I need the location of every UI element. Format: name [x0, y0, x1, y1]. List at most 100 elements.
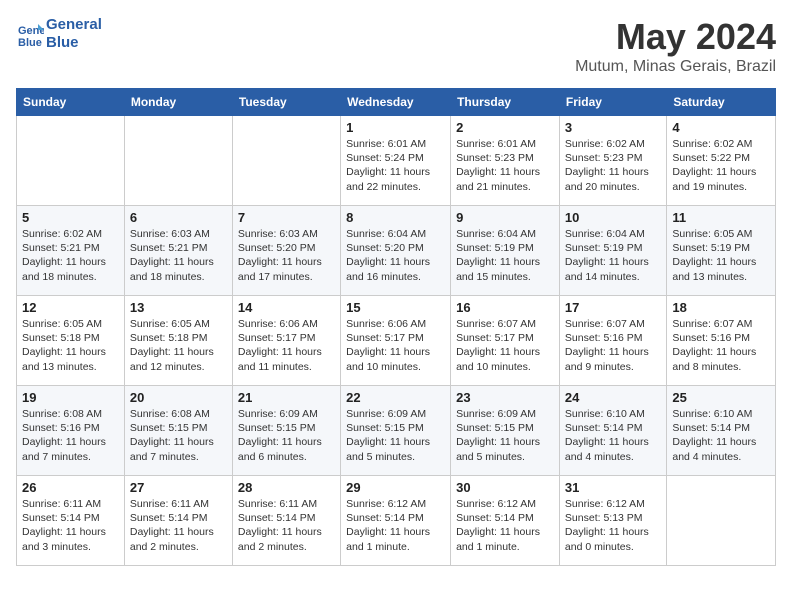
calendar-week-row: 19 Sunrise: 6:08 AM Sunset: 5:16 PM Dayli…	[17, 386, 776, 476]
day-info: Sunrise: 6:05 AM Sunset: 5:19 PM Dayligh…	[672, 227, 770, 284]
day-number: 28	[238, 480, 335, 495]
day-info: Sunrise: 6:04 AM Sunset: 5:19 PM Dayligh…	[565, 227, 661, 284]
logo-icon: General Blue	[16, 20, 44, 48]
day-number: 18	[672, 300, 770, 315]
day-info: Sunrise: 6:06 AM Sunset: 5:17 PM Dayligh…	[238, 317, 335, 374]
calendar-day-cell: 16 Sunrise: 6:07 AM Sunset: 5:17 PM Dayli…	[451, 296, 560, 386]
day-number: 13	[130, 300, 227, 315]
weekday-header-cell: Tuesday	[232, 89, 340, 116]
calendar-day-cell: 23 Sunrise: 6:09 AM Sunset: 5:15 PM Dayli…	[451, 386, 560, 476]
day-info: Sunrise: 6:07 AM Sunset: 5:16 PM Dayligh…	[565, 317, 661, 374]
weekday-header-cell: Monday	[124, 89, 232, 116]
day-number: 22	[346, 390, 445, 405]
day-number: 5	[22, 210, 119, 225]
day-info: Sunrise: 6:10 AM Sunset: 5:14 PM Dayligh…	[565, 407, 661, 464]
day-number: 2	[456, 120, 554, 135]
title-area: May 2024 Mutum, Minas Gerais, Brazil	[575, 16, 776, 76]
day-info: Sunrise: 6:07 AM Sunset: 5:17 PM Dayligh…	[456, 317, 554, 374]
day-number: 31	[565, 480, 661, 495]
header: General Blue General Blue May 2024 Mutum…	[16, 16, 776, 76]
day-number: 26	[22, 480, 119, 495]
calendar-day-cell: 10 Sunrise: 6:04 AM Sunset: 5:19 PM Dayli…	[559, 206, 666, 296]
calendar-day-cell: 2 Sunrise: 6:01 AM Sunset: 5:23 PM Daylig…	[451, 116, 560, 206]
calendar-day-cell	[667, 476, 776, 566]
day-number: 6	[130, 210, 227, 225]
calendar-day-cell	[124, 116, 232, 206]
calendar-day-cell: 28 Sunrise: 6:11 AM Sunset: 5:14 PM Dayli…	[232, 476, 340, 566]
calendar-day-cell: 7Sunrise: 6:03 AM Sunset: 5:20 PM Daylig…	[232, 206, 340, 296]
day-info: Sunrise: 6:10 AM Sunset: 5:14 PM Dayligh…	[672, 407, 770, 464]
weekday-header-cell: Wednesday	[341, 89, 451, 116]
day-info: Sunrise: 6:12 AM Sunset: 5:14 PM Dayligh…	[346, 497, 445, 554]
day-number: 11	[672, 210, 770, 225]
calendar-day-cell: 27Sunrise: 6:11 AM Sunset: 5:14 PM Dayli…	[124, 476, 232, 566]
calendar-day-cell: 25 Sunrise: 6:10 AM Sunset: 5:14 PM Dayli…	[667, 386, 776, 476]
calendar-body: 1 Sunrise: 6:01 AM Sunset: 5:24 PM Daylig…	[17, 116, 776, 566]
svg-text:Blue: Blue	[18, 37, 42, 48]
calendar-week-row: 12Sunrise: 6:05 AM Sunset: 5:18 PM Dayli…	[17, 296, 776, 386]
day-info: Sunrise: 6:06 AM Sunset: 5:17 PM Dayligh…	[346, 317, 445, 374]
day-number: 15	[346, 300, 445, 315]
day-number: 25	[672, 390, 770, 405]
day-info: Sunrise: 6:08 AM Sunset: 5:16 PM Dayligh…	[22, 407, 119, 464]
day-info: Sunrise: 6:02 AM Sunset: 5:21 PM Dayligh…	[22, 227, 119, 284]
logo-blue: Blue	[46, 34, 102, 52]
day-number: 27	[130, 480, 227, 495]
day-number: 9	[456, 210, 554, 225]
day-number: 16	[456, 300, 554, 315]
calendar-day-cell: 29 Sunrise: 6:12 AM Sunset: 5:14 PM Dayli…	[341, 476, 451, 566]
day-number: 24	[565, 390, 661, 405]
day-info: Sunrise: 6:02 AM Sunset: 5:22 PM Dayligh…	[672, 137, 770, 194]
day-number: 20	[130, 390, 227, 405]
day-number: 10	[565, 210, 661, 225]
day-number: 1	[346, 120, 445, 135]
day-info: Sunrise: 6:01 AM Sunset: 5:24 PM Dayligh…	[346, 137, 445, 194]
day-info: Sunrise: 6:01 AM Sunset: 5:23 PM Dayligh…	[456, 137, 554, 194]
logo: General Blue General Blue	[16, 16, 102, 52]
calendar-day-cell: 5 Sunrise: 6:02 AM Sunset: 5:21 PM Daylig…	[17, 206, 125, 296]
day-info: Sunrise: 6:07 AM Sunset: 5:16 PM Dayligh…	[672, 317, 770, 374]
logo-general: General	[46, 16, 102, 34]
calendar-day-cell: 20 Sunrise: 6:08 AM Sunset: 5:15 PM Dayli…	[124, 386, 232, 476]
calendar-day-cell	[232, 116, 340, 206]
day-number: 17	[565, 300, 661, 315]
day-info: Sunrise: 6:05 AM Sunset: 5:18 PM Dayligh…	[22, 317, 119, 374]
calendar-day-cell: 14 Sunrise: 6:06 AM Sunset: 5:17 PM Dayli…	[232, 296, 340, 386]
month-title: May 2024	[575, 16, 776, 58]
day-info: Sunrise: 6:09 AM Sunset: 5:15 PM Dayligh…	[456, 407, 554, 464]
calendar-day-cell: 11 Sunrise: 6:05 AM Sunset: 5:19 PM Dayli…	[667, 206, 776, 296]
calendar-day-cell	[17, 116, 125, 206]
day-info: Sunrise: 6:09 AM Sunset: 5:15 PM Dayligh…	[238, 407, 335, 464]
day-info: Sunrise: 6:02 AM Sunset: 5:23 PM Dayligh…	[565, 137, 661, 194]
day-number: 14	[238, 300, 335, 315]
calendar-day-cell: 19 Sunrise: 6:08 AM Sunset: 5:16 PM Dayli…	[17, 386, 125, 476]
calendar-day-cell: 18 Sunrise: 6:07 AM Sunset: 5:16 PM Dayli…	[667, 296, 776, 386]
location-title: Mutum, Minas Gerais, Brazil	[575, 58, 776, 76]
calendar-day-cell: 30 Sunrise: 6:12 AM Sunset: 5:14 PM Dayli…	[451, 476, 560, 566]
day-number: 3	[565, 120, 661, 135]
calendar-day-cell: 4 Sunrise: 6:02 AM Sunset: 5:22 PM Daylig…	[667, 116, 776, 206]
weekday-header-cell: Friday	[559, 89, 666, 116]
day-info: Sunrise: 6:03 AM Sunset: 5:21 PM Dayligh…	[130, 227, 227, 284]
calendar-day-cell: 13 Sunrise: 6:05 AM Sunset: 5:18 PM Dayli…	[124, 296, 232, 386]
day-number: 4	[672, 120, 770, 135]
calendar-week-row: 5 Sunrise: 6:02 AM Sunset: 5:21 PM Daylig…	[17, 206, 776, 296]
day-info: Sunrise: 6:11 AM Sunset: 5:14 PM Dayligh…	[238, 497, 335, 554]
day-info: Sunrise: 6:12 AM Sunset: 5:14 PM Dayligh…	[456, 497, 554, 554]
weekday-header-cell: Sunday	[17, 89, 125, 116]
calendar-day-cell: 17 Sunrise: 6:07 AM Sunset: 5:16 PM Dayli…	[559, 296, 666, 386]
calendar-table: SundayMondayTuesdayWednesdayThursdayFrid…	[16, 88, 776, 566]
day-info: Sunrise: 6:04 AM Sunset: 5:19 PM Dayligh…	[456, 227, 554, 284]
day-info: Sunrise: 6:05 AM Sunset: 5:18 PM Dayligh…	[130, 317, 227, 374]
day-number: 19	[22, 390, 119, 405]
day-number: 29	[346, 480, 445, 495]
calendar-day-cell: 12Sunrise: 6:05 AM Sunset: 5:18 PM Dayli…	[17, 296, 125, 386]
calendar-day-cell: 24 Sunrise: 6:10 AM Sunset: 5:14 PM Dayli…	[559, 386, 666, 476]
calendar-day-cell: 1 Sunrise: 6:01 AM Sunset: 5:24 PM Daylig…	[341, 116, 451, 206]
calendar-week-row: 26 Sunrise: 6:11 AM Sunset: 5:14 PM Dayli…	[17, 476, 776, 566]
day-number: 30	[456, 480, 554, 495]
weekday-header-row: SundayMondayTuesdayWednesdayThursdayFrid…	[17, 89, 776, 116]
day-number: 21	[238, 390, 335, 405]
day-number: 23	[456, 390, 554, 405]
day-info: Sunrise: 6:08 AM Sunset: 5:15 PM Dayligh…	[130, 407, 227, 464]
